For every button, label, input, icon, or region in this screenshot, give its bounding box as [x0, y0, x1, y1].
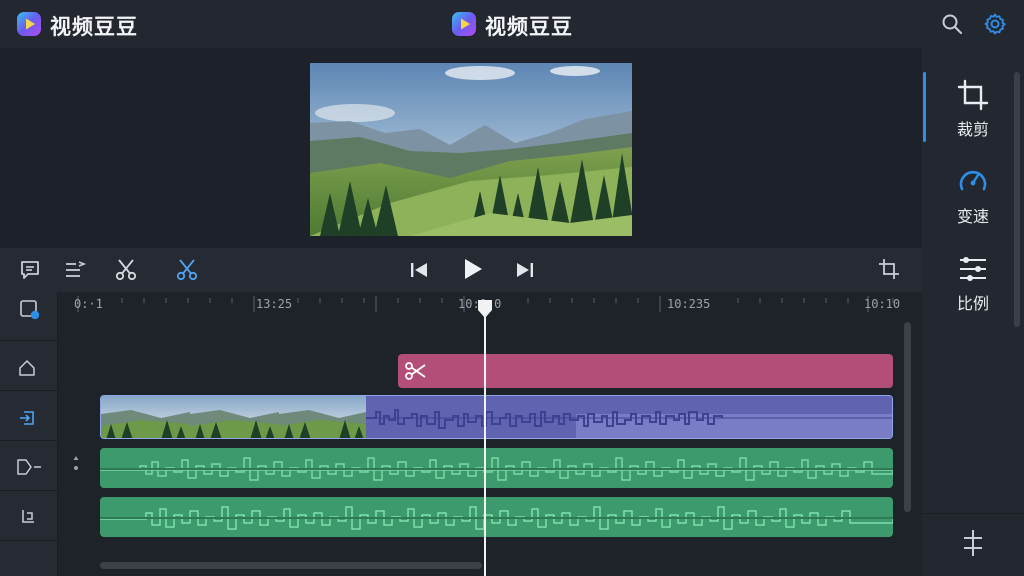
previous-button[interactable] [409, 260, 429, 284]
edit-toolbar [0, 248, 922, 292]
next-button[interactable] [515, 260, 535, 284]
adjust-icon [964, 530, 982, 556]
track-sidebar [0, 292, 58, 576]
tool-speed-label: 变速 [956, 207, 989, 226]
adjust-button[interactable] [960, 528, 986, 562]
app-logo-center [451, 11, 477, 41]
video-thumbnails [101, 396, 892, 438]
playhead-line[interactable] [484, 300, 486, 576]
drag-handle-icon [73, 456, 79, 470]
audio-clip[interactable] [100, 448, 893, 488]
audio-track-icon [17, 459, 41, 475]
ruler-label: 13:25 [256, 297, 293, 311]
audio-waveform [100, 457, 893, 481]
home-icon [19, 360, 35, 376]
scissors-icon [176, 259, 198, 281]
tool-ratio[interactable]: 比例 [922, 252, 1024, 314]
tool-ratio-label: 比例 [956, 294, 989, 313]
track-audio-button[interactable] [16, 458, 44, 480]
add-track-button[interactable] [19, 299, 41, 325]
crop-frame-button[interactable] [877, 257, 901, 285]
tool-crop-label: 裁剪 [956, 120, 989, 139]
app-logo-left [16, 11, 42, 41]
caption-icon [21, 261, 39, 279]
caption-button[interactable] [19, 259, 41, 285]
split-list-button[interactable] [64, 259, 88, 285]
thumbnail [279, 396, 366, 438]
cut-active-button[interactable] [175, 258, 199, 286]
add-track-icon [20, 300, 40, 320]
ruler-label: 10:235 [667, 297, 711, 311]
skip-forward-icon [517, 263, 533, 277]
list-arrow-icon [66, 261, 87, 277]
play-icon [465, 259, 482, 279]
search-button[interactable] [941, 13, 963, 35]
music-track-icon [22, 510, 34, 523]
audio-waveform [100, 506, 893, 530]
ruler-label: 10:10 [864, 297, 901, 311]
skip-back-icon [411, 263, 427, 277]
thumbnail [101, 396, 190, 438]
speed-gauge-icon [959, 170, 987, 191]
video-clip[interactable] [100, 395, 893, 439]
ruler-label: 0:·1 [74, 297, 103, 311]
thumbnail [190, 396, 279, 438]
timeline-horizontal-scrollbar[interactable] [100, 562, 482, 569]
track-reorder-handle[interactable] [73, 455, 79, 473]
search-icon [942, 14, 962, 34]
scissors-icon [115, 259, 137, 281]
cut-button[interactable] [114, 258, 138, 286]
play-logo-icon [452, 12, 476, 36]
settings-button[interactable] [983, 12, 1007, 36]
panel-divider [922, 513, 1024, 514]
import-icon [20, 411, 34, 425]
track-music-button[interactable] [18, 508, 36, 530]
crop-icon [957, 79, 989, 111]
playhead-handle[interactable] [477, 299, 493, 319]
landscape-preview-image [310, 63, 632, 236]
app-title-left: 视频豆豆 [50, 15, 138, 39]
play-logo-icon [17, 12, 41, 36]
crop-icon [879, 259, 899, 279]
app-title-center: 视频豆豆 [485, 15, 573, 39]
play-button[interactable] [462, 257, 484, 285]
tool-speed[interactable]: 变速 [922, 165, 1024, 227]
scissors-icon [405, 362, 426, 380]
sliders-icon [960, 257, 986, 281]
track-video-button[interactable] [18, 409, 36, 431]
video-preview[interactable] [310, 63, 632, 236]
music-clip[interactable] [100, 497, 893, 537]
track-home-button[interactable] [18, 359, 36, 381]
gear-icon [984, 13, 1006, 35]
playhead-marker-icon [478, 300, 492, 318]
effect-clip[interactable] [398, 354, 893, 388]
tool-crop[interactable]: 裁剪 [922, 78, 1024, 140]
timeline-vertical-scrollbar[interactable] [904, 322, 911, 512]
